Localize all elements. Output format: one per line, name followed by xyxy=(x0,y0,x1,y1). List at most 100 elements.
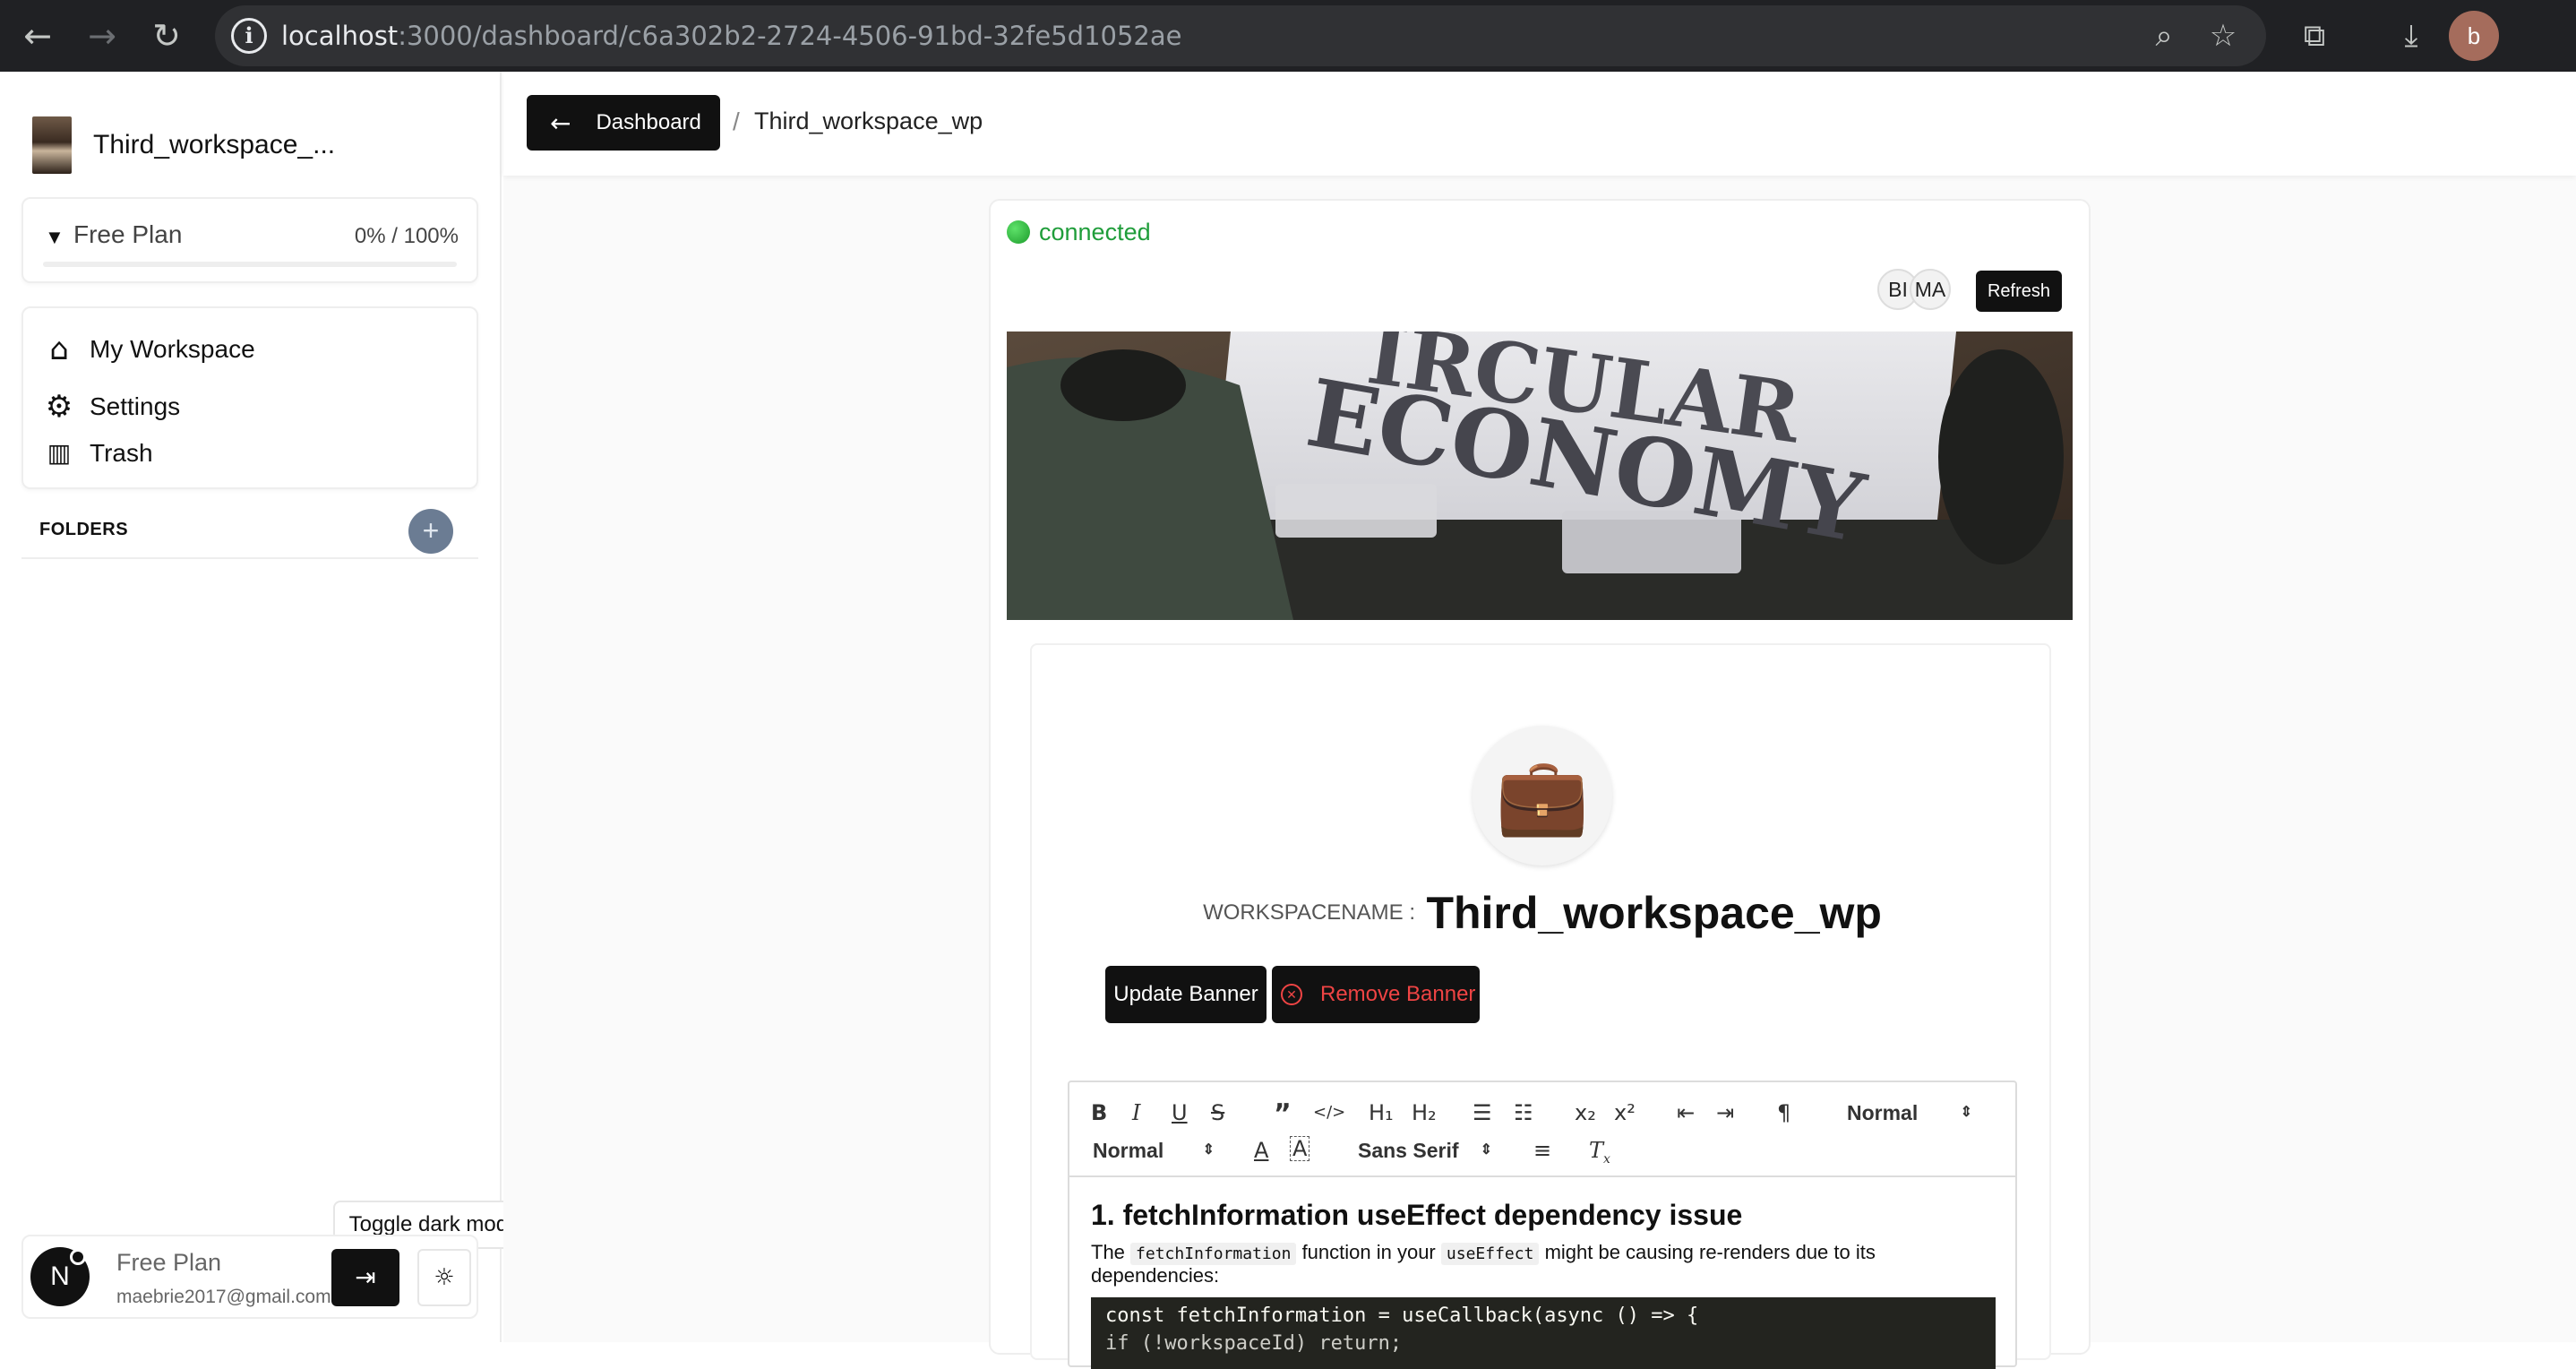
avatar-initial: N xyxy=(50,1261,70,1291)
workspace-name-row: WORKSPACENAME : Third_workspace_wp xyxy=(1166,887,1919,950)
inline-code: useEffect xyxy=(1440,1243,1540,1265)
sidebar: Third_workspace_... ▼ Free Plan 0% / 100… xyxy=(0,72,502,1342)
close-circle-icon: ✕ xyxy=(1281,984,1302,1005)
forward-arrow-icon[interactable]: → xyxy=(77,11,127,61)
clear-format-icon[interactable]: Tx xyxy=(1589,1136,1610,1174)
folders-label: FOLDERS xyxy=(39,520,129,539)
breadcrumb-separator: / xyxy=(733,108,740,135)
profile-avatar[interactable]: b xyxy=(2449,11,2499,61)
status-dot xyxy=(70,1249,86,1265)
h2-button[interactable]: H₂ xyxy=(1412,1098,1437,1127)
nav-card: ⌂ My Workspace ⚙ Settings ▥ Trash xyxy=(21,306,478,489)
toggle-dark-mode-button[interactable]: ☼ xyxy=(417,1249,471,1306)
code-block: const fetchInformation = useCallback(asy… xyxy=(1091,1297,1996,1369)
connection-status: connected xyxy=(1039,219,1151,245)
remove-banner-button[interactable]: ✕ Remove Banner xyxy=(1272,966,1480,1023)
workspace-logo xyxy=(32,116,72,174)
subscript-button[interactable]: x₂ xyxy=(1575,1098,1596,1127)
size-select-value: Normal xyxy=(1093,1139,1164,1162)
bullet-list-icon[interactable]: ☷ xyxy=(1514,1098,1533,1127)
logout-button[interactable]: ⇥ xyxy=(331,1249,399,1306)
outdent-icon[interactable]: ⇤ xyxy=(1677,1098,1695,1127)
url-host: localhost xyxy=(281,21,399,51)
workspace-name: Third_workspace_wp xyxy=(1426,888,1882,938)
size-select[interactable]: Normal ⇕ xyxy=(1093,1136,1215,1165)
plan-progress-bar xyxy=(43,262,457,267)
header-select-value: Normal xyxy=(1847,1101,1919,1124)
workspace-page: connected BI MA Refresh IRCULAR ECONOMY … xyxy=(989,199,2091,1369)
sidebar-item-label: Trash xyxy=(90,439,153,467)
bold-button[interactable]: B xyxy=(1091,1098,1107,1127)
download-icon[interactable]: ⤓ xyxy=(2386,11,2436,61)
sidebar-item-settings[interactable]: ⚙ Settings xyxy=(43,391,180,423)
user-avatar[interactable]: N xyxy=(30,1247,90,1306)
paragraph-text: The xyxy=(1091,1241,1125,1263)
underline-button[interactable]: U xyxy=(1172,1098,1188,1127)
code-line: if (!workspaceId) return; xyxy=(1105,1332,1403,1355)
collaborator-avatar[interactable]: MA xyxy=(1910,269,1951,310)
editor-toolbar: B I U S ” </> H₁ H₂ ☰ ☷ x₂ x² ⇤ ⇥ ¶ Norm… xyxy=(1069,1082,2015,1177)
arrow-left-icon: ← xyxy=(550,108,571,138)
user-email: maebrie2017@gmail.com xyxy=(116,1287,331,1307)
workspace-title: Third_workspace_... xyxy=(93,130,336,159)
sun-icon: ☼ xyxy=(434,1264,455,1291)
home-icon: ⌂ xyxy=(49,331,69,367)
code-button[interactable]: </> xyxy=(1313,1098,1345,1127)
document-card: 💼 WORKSPACENAME : Third_workspace_wp Upd… xyxy=(1030,643,2051,1369)
banner-image: IRCULAR ECONOMY xyxy=(1007,331,2073,620)
font-select[interactable]: Sans Serif ⇕ xyxy=(1358,1136,1492,1165)
back-arrow-icon[interactable]: ← xyxy=(13,11,63,61)
reload-icon[interactable]: ↻ xyxy=(142,11,192,61)
add-folder-button[interactable]: + xyxy=(408,509,453,554)
select-arrows-icon: ⇕ xyxy=(1960,1105,1972,1120)
editor-content[interactable]: 1. fetchInformation useEffect dependency… xyxy=(1091,1199,1996,1287)
superscript-button[interactable]: x² xyxy=(1614,1098,1636,1127)
select-arrows-icon: ⇕ xyxy=(1202,1142,1215,1158)
inline-code: fetchInformation xyxy=(1130,1243,1297,1265)
plan-usage-card[interactable]: ▼ Free Plan 0% / 100% xyxy=(21,197,478,283)
workspace-header[interactable]: Third_workspace_... xyxy=(32,116,335,174)
sidebar-item-my-workspace[interactable]: ⌂ My Workspace xyxy=(43,331,255,367)
briefcase-icon[interactable]: 💼 xyxy=(1473,726,1612,865)
bookmark-star-icon[interactable]: ☆ xyxy=(2202,14,2245,57)
plan-label: Free Plan xyxy=(73,220,183,248)
refresh-button[interactable]: Refresh xyxy=(1976,271,2062,312)
caret-down-icon: ▼ xyxy=(45,226,64,248)
background-color-icon[interactable]: A xyxy=(1290,1136,1310,1161)
text-color-icon[interactable]: A xyxy=(1254,1136,1268,1165)
italic-button[interactable]: I xyxy=(1132,1098,1140,1127)
sidebar-item-label: Settings xyxy=(90,392,181,420)
gear-icon: ⚙ xyxy=(45,389,73,425)
site-info-icon[interactable]: i xyxy=(231,18,267,54)
collaborator-avatars: BI MA xyxy=(1877,269,1951,310)
rich-text-editor: B I U S ” </> H₁ H₂ ☰ ☷ x₂ x² ⇤ ⇥ ¶ Norm… xyxy=(1068,1081,2017,1369)
sidebar-item-label: My Workspace xyxy=(90,335,255,363)
font-select-value: Sans Serif xyxy=(1358,1139,1459,1162)
url-text[interactable]: localhost:3000/dashboard/c6a302b2-2724-4… xyxy=(281,5,1182,66)
select-arrows-icon: ⇕ xyxy=(1480,1142,1492,1158)
h1-button[interactable]: H₁ xyxy=(1369,1098,1394,1127)
update-banner-button[interactable]: Update Banner xyxy=(1105,966,1267,1023)
align-icon[interactable]: ≡ xyxy=(1533,1136,1551,1165)
banner-typewriter-illustration: IRCULAR ECONOMY xyxy=(1007,331,2073,620)
user-card: N Free Plan maebrie2017@gmail.com ⇥ ☼ xyxy=(21,1235,478,1319)
sidebar-item-trash[interactable]: ▥ Trash xyxy=(43,437,153,469)
strikethrough-button[interactable]: S xyxy=(1211,1098,1224,1127)
trash-icon: ▥ xyxy=(47,438,72,468)
paragraph-text: function in your xyxy=(1301,1241,1436,1263)
browser-toolbar: ← → ↻ i localhost:3000/dashboard/c6a302b… xyxy=(0,0,2576,72)
extensions-icon[interactable]: ⧉ xyxy=(2289,11,2340,61)
header-select[interactable]: Normal ⇕ xyxy=(1847,1098,1972,1127)
breadcrumb-current: Third_workspace_wp xyxy=(754,108,983,134)
text-direction-icon[interactable]: ¶ xyxy=(1777,1098,1790,1127)
indent-icon[interactable]: ⇥ xyxy=(1716,1098,1734,1127)
content-heading: 1. fetchInformation useEffect dependency… xyxy=(1091,1199,1743,1231)
address-bar[interactable]: i localhost:3000/dashboard/c6a302b2-2724… xyxy=(215,5,2266,66)
zoom-icon[interactable]: ⌕ xyxy=(2142,14,2185,57)
content-paragraph: The fetchInformation function in your us… xyxy=(1091,1241,1996,1287)
folders-header: FOLDERS + xyxy=(21,505,478,559)
ordered-list-icon[interactable]: ☰ xyxy=(1473,1098,1492,1127)
back-to-dashboard-button[interactable]: ← Dashboard xyxy=(527,95,720,151)
back-button-label: Dashboard xyxy=(596,110,701,134)
blockquote-button[interactable]: ” xyxy=(1274,1100,1292,1129)
